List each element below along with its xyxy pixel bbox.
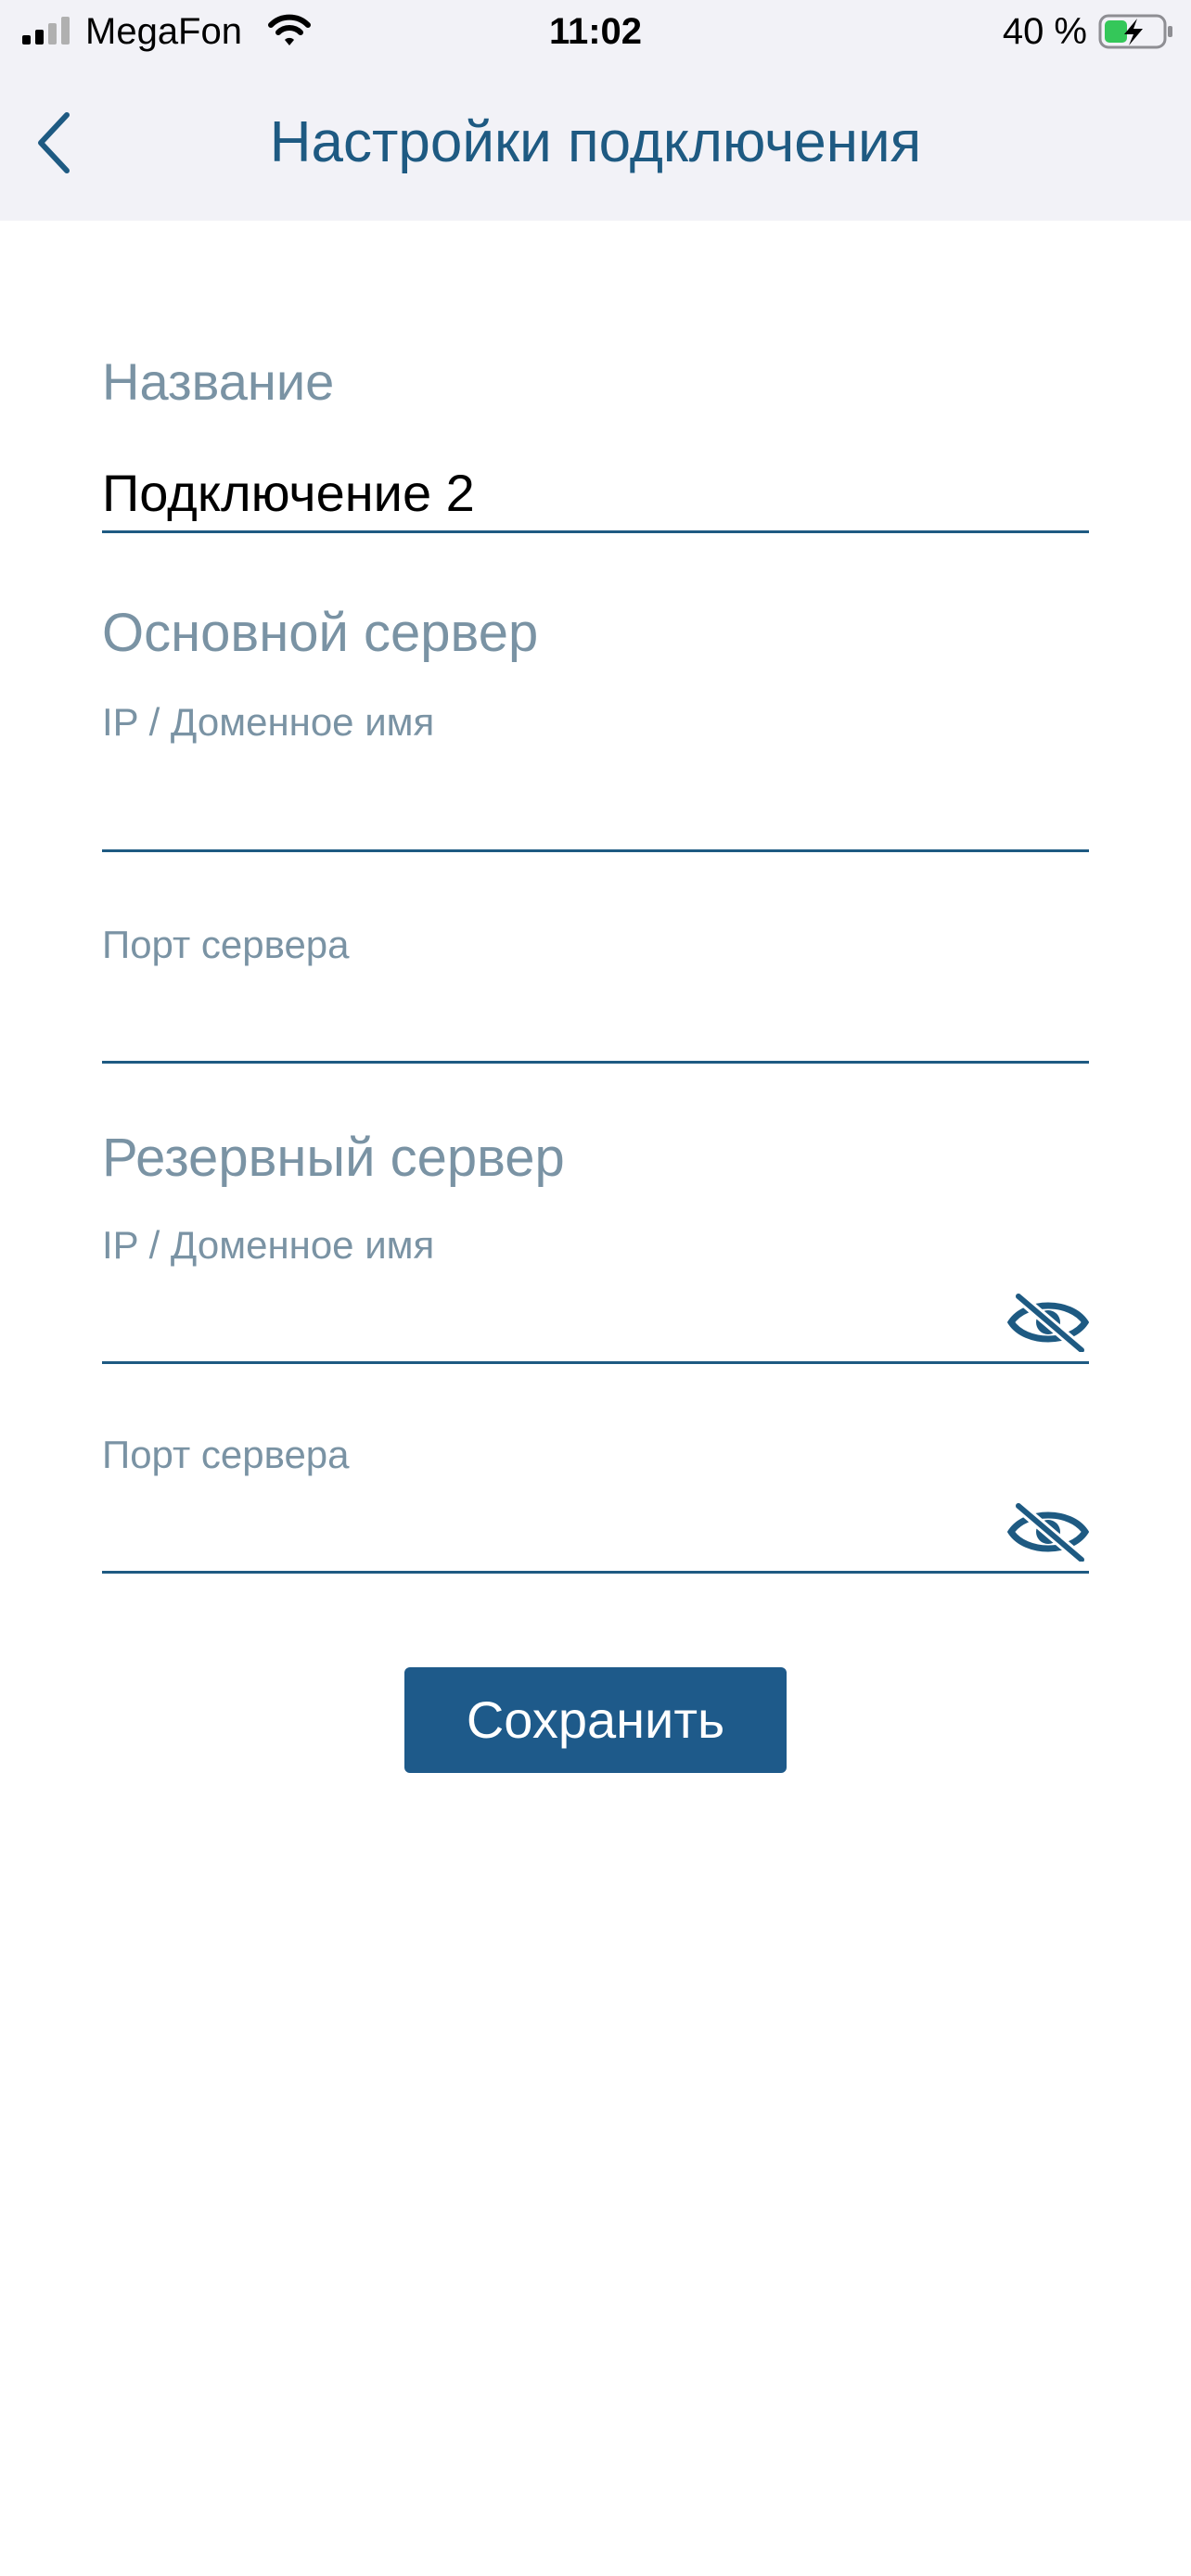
backup-host-field-container bbox=[102, 1269, 1089, 1364]
eye-off-icon bbox=[1007, 1502, 1089, 1562]
primary-host-label: IP / Доменное имя bbox=[102, 700, 435, 744]
primary-port-input[interactable] bbox=[102, 994, 992, 1053]
primary-host-input[interactable] bbox=[102, 783, 992, 842]
name-field-container bbox=[102, 425, 1089, 533]
backup-port-input[interactable] bbox=[102, 1504, 992, 1563]
toggle-visibility-button[interactable] bbox=[1007, 1293, 1089, 1352]
toggle-visibility-button[interactable] bbox=[1007, 1502, 1089, 1562]
primary-host-field-container bbox=[102, 746, 1089, 852]
save-button[interactable]: Сохранить bbox=[404, 1667, 787, 1773]
backup-host-input[interactable] bbox=[102, 1294, 992, 1354]
backup-port-field-container bbox=[102, 1478, 1089, 1574]
name-label: Название bbox=[102, 352, 335, 411]
backup-server-title: Резервный сервер bbox=[102, 1128, 565, 1188]
battery-percent: 40 % bbox=[1002, 11, 1087, 52]
backup-host-label: IP / Доменное имя bbox=[102, 1223, 435, 1267]
primary-port-field-container bbox=[102, 968, 1089, 1064]
battery-charging-icon bbox=[1098, 14, 1172, 49]
primary-server-title: Основной сервер bbox=[102, 603, 539, 663]
eye-off-icon bbox=[1007, 1293, 1089, 1352]
primary-port-label: Порт сервера bbox=[102, 923, 350, 966]
status-bar: MegaFon 11:02 40 % bbox=[0, 0, 1191, 65]
backup-port-label: Порт сервера bbox=[102, 1433, 350, 1476]
name-input[interactable] bbox=[102, 464, 992, 523]
page-title: Настройки подключения bbox=[269, 110, 922, 174]
navigation-bar: Настройки подключения bbox=[0, 65, 1191, 221]
